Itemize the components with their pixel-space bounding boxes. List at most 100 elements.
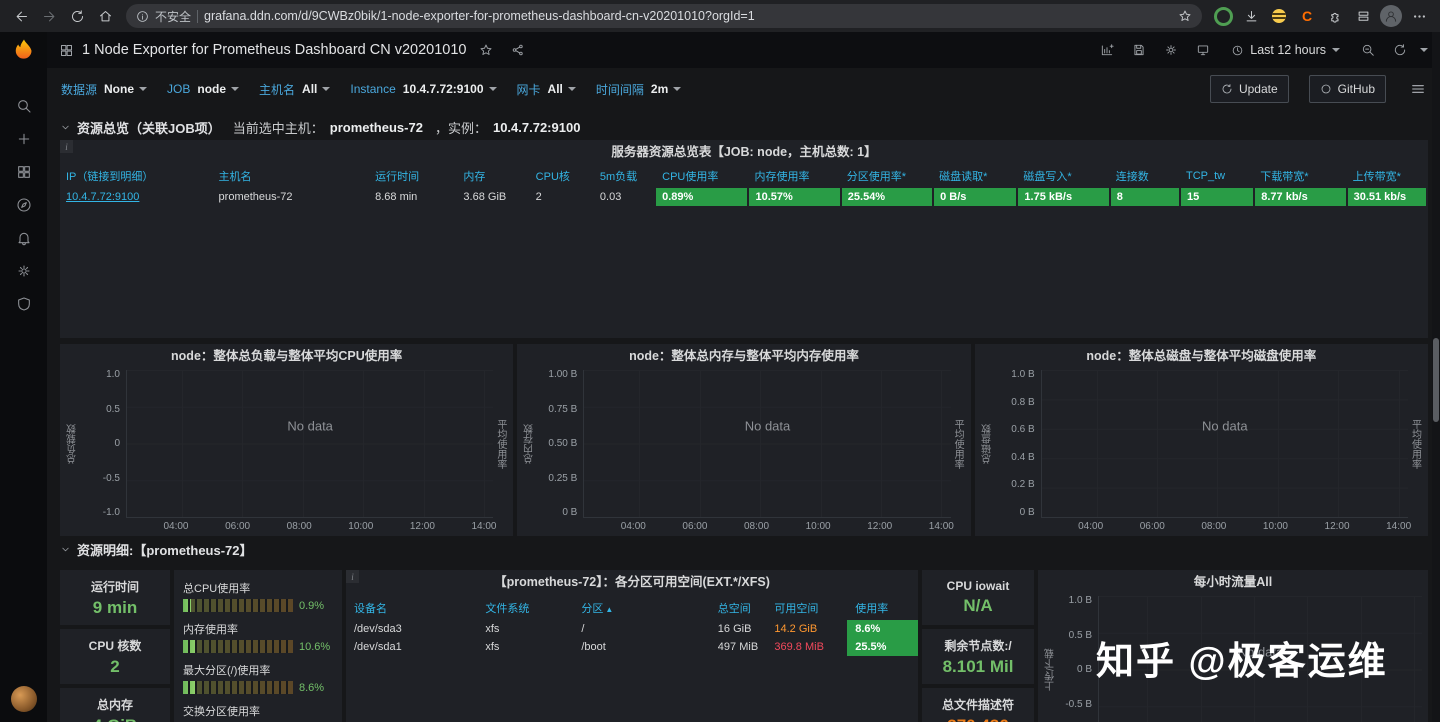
variable-value-dropdown[interactable]: All — [548, 82, 576, 96]
cell-mem-usage: 10.57% — [748, 188, 842, 206]
search-icon[interactable] — [0, 89, 47, 122]
alerting-bell-icon[interactable] — [0, 221, 47, 254]
plot-area[interactable]: No data — [1040, 370, 1408, 518]
y-axis-ticks: 1.0 0.5 0 -0.5 -1.0 — [102, 369, 120, 518]
extension-c-icon[interactable]: C — [1294, 3, 1320, 29]
no-data-label: No data — [1202, 418, 1248, 434]
panel-title[interactable]: 服务器资源总览表【JOB: node，主机总数: 1】 — [60, 140, 1428, 164]
github-button[interactable]: GitHub — [1308, 75, 1386, 103]
refresh-caret-icon[interactable] — [1420, 48, 1428, 52]
column-header[interactable]: 分区 ▲ — [573, 596, 709, 620]
dashboard-title[interactable]: 1 Node Exporter for Prometheus Dashboard… — [82, 42, 466, 58]
extensions-puzzle-icon[interactable] — [1322, 3, 1348, 29]
clock-icon — [1232, 45, 1243, 55]
section-detail-header[interactable]: 资源明细:【prometheus-72】 — [60, 536, 1428, 562]
admin-shield-icon[interactable] — [0, 287, 47, 320]
tv-mode-icon[interactable] — [1191, 38, 1215, 62]
gauge-max-partition-usage: 最大分区(/)使用率 8.6% — [183, 662, 333, 694]
column-header[interactable]: 可用空间 — [766, 596, 847, 620]
address-divider — [197, 9, 199, 23]
column-header[interactable]: 磁盘写入* — [1017, 164, 1109, 188]
column-header[interactable]: 内存 — [457, 164, 529, 188]
column-header[interactable]: 分区使用率* — [841, 164, 933, 188]
share-icon[interactable] — [506, 38, 530, 62]
create-plus-icon[interactable] — [0, 122, 47, 155]
column-header[interactable]: 下载带宽* — [1254, 164, 1346, 188]
column-header[interactable]: 总空间 — [710, 596, 767, 620]
column-header[interactable]: 磁盘读取* — [933, 164, 1017, 188]
column-header[interactable]: CPU使用率 — [656, 164, 748, 188]
refresh-icon[interactable] — [1388, 38, 1412, 62]
variable-value-dropdown[interactable]: None — [104, 82, 148, 96]
kiosk-menu-icon[interactable] — [1410, 81, 1426, 97]
cell-download-bw: 8.77 kb/s — [1254, 188, 1348, 206]
column-header[interactable]: CPU核 — [530, 164, 594, 188]
info-icon[interactable]: i — [60, 140, 73, 153]
url-text[interactable]: grafana.ddn.com/d/9CWBz0bik/1-node-expor… — [204, 9, 1172, 23]
panel-title[interactable]: node：整体总磁盘与整体平均磁盘使用率 — [975, 344, 1428, 368]
favorite-star-icon[interactable] — [474, 38, 498, 62]
user-avatar[interactable] — [10, 686, 37, 712]
collections-icon[interactable] — [1350, 3, 1376, 29]
column-header[interactable]: 设备名 — [346, 596, 477, 620]
column-header[interactable]: 上传带宽* — [1347, 164, 1427, 188]
column-header[interactable]: 主机名 — [213, 164, 370, 188]
column-header[interactable]: 5m负载 — [594, 164, 656, 188]
panel-title[interactable]: 每小时流量All — [1038, 570, 1428, 594]
table-row: /dev/sda3 xfs / 16 GiB 14.2 GiB 8.6% — [346, 620, 918, 638]
plot-area[interactable]: No data — [583, 370, 951, 518]
panel-title[interactable]: node：整体总内存与整体平均内存使用率 — [517, 344, 970, 368]
variable-value-dropdown[interactable]: 10.4.7.72:9100 — [403, 82, 497, 96]
time-range-picker[interactable]: Last 12 hours — [1223, 37, 1348, 63]
grafana-logo[interactable] — [9, 37, 39, 67]
panel-title[interactable]: node：整体总负载与整体平均CPU使用率 — [60, 344, 513, 368]
column-header[interactable]: TCP_tw — [1180, 164, 1254, 188]
cell-usage: 25.5% — [847, 638, 918, 656]
column-header[interactable]: 文件系统 — [477, 596, 573, 620]
site-info-icon[interactable] — [136, 10, 149, 23]
add-panel-icon[interactable] — [1095, 38, 1119, 62]
back-icon[interactable] — [8, 3, 34, 29]
variable-value-dropdown[interactable]: node — [197, 82, 240, 96]
panel-memory-chart: node：整体总内存与整体平均内存使用率 总内存数 1.00 B 0.75 B 0… — [517, 344, 971, 536]
panel-title[interactable]: 【prometheus-72】：各分区可用空间(EXT.*/XFS) — [346, 570, 918, 594]
info-icon[interactable]: i — [346, 570, 359, 583]
host-detail-link[interactable]: 10.4.7.72:9100 — [66, 191, 139, 203]
home-icon[interactable] — [92, 3, 118, 29]
save-dashboard-icon[interactable] — [1127, 38, 1151, 62]
download-icon[interactable] — [1238, 3, 1264, 29]
variable-value-dropdown[interactable]: All — [302, 82, 331, 96]
column-header[interactable]: 运行时间 — [369, 164, 457, 188]
extension-bee-icon[interactable] — [1266, 3, 1292, 29]
stats-column-right: CPU iowait N/A 剩余节点数:/ 8.101 Mil 总文件描述符 … — [922, 570, 1034, 722]
column-header[interactable]: IP（链接到明细） — [60, 164, 213, 188]
forward-icon[interactable] — [36, 3, 62, 29]
selected-host: prometheus-72 — [329, 119, 423, 135]
address-bar[interactable]: 不安全 grafana.ddn.com/d/9CWBz0bik/1-node-e… — [126, 4, 1202, 28]
browser-menu-icon[interactable] — [1406, 3, 1432, 29]
column-header[interactable]: 使用率 — [847, 596, 918, 620]
stat-value: 4 GiB — [93, 716, 137, 722]
scrollbar-track[interactable] — [1432, 32, 1440, 722]
configuration-gear-icon[interactable] — [0, 254, 47, 287]
extension-green-icon[interactable] — [1210, 3, 1236, 29]
variable-label: 时间间隔 — [595, 82, 644, 97]
dashboard-settings-icon[interactable] — [1159, 38, 1183, 62]
reload-icon[interactable] — [64, 3, 90, 29]
scrollbar-thumb[interactable] — [1433, 338, 1439, 422]
table-header-row: IP（链接到明细） 主机名 运行时间 内存 CPU核 5m负载 CPU使用率 内… — [60, 164, 1427, 188]
zoom-out-icon[interactable] — [1356, 38, 1380, 62]
y-axis-label-left: 总负载数 — [67, 424, 79, 464]
profile-avatar[interactable] — [1378, 3, 1404, 29]
update-button[interactable]: Update — [1209, 75, 1289, 103]
dashboards-icon[interactable] — [0, 155, 47, 188]
column-header[interactable]: 连接数 — [1110, 164, 1180, 188]
plot-area[interactable]: No data — [126, 370, 494, 518]
variable-value-dropdown[interactable]: 2m — [651, 82, 682, 96]
bookmark-star-icon[interactable] — [1178, 9, 1192, 23]
stats-column-left: 运行时间 9 min CPU 核数 2 总内存 4 GiB — [60, 570, 170, 722]
explore-compass-icon[interactable] — [0, 188, 47, 221]
caret-down-icon — [673, 87, 682, 91]
section-overview-header[interactable]: 资源总览（关联JOB项） 当前选中主机： prometheus-72 ，实例： … — [60, 114, 1428, 140]
column-header[interactable]: 内存使用率 — [748, 164, 840, 188]
